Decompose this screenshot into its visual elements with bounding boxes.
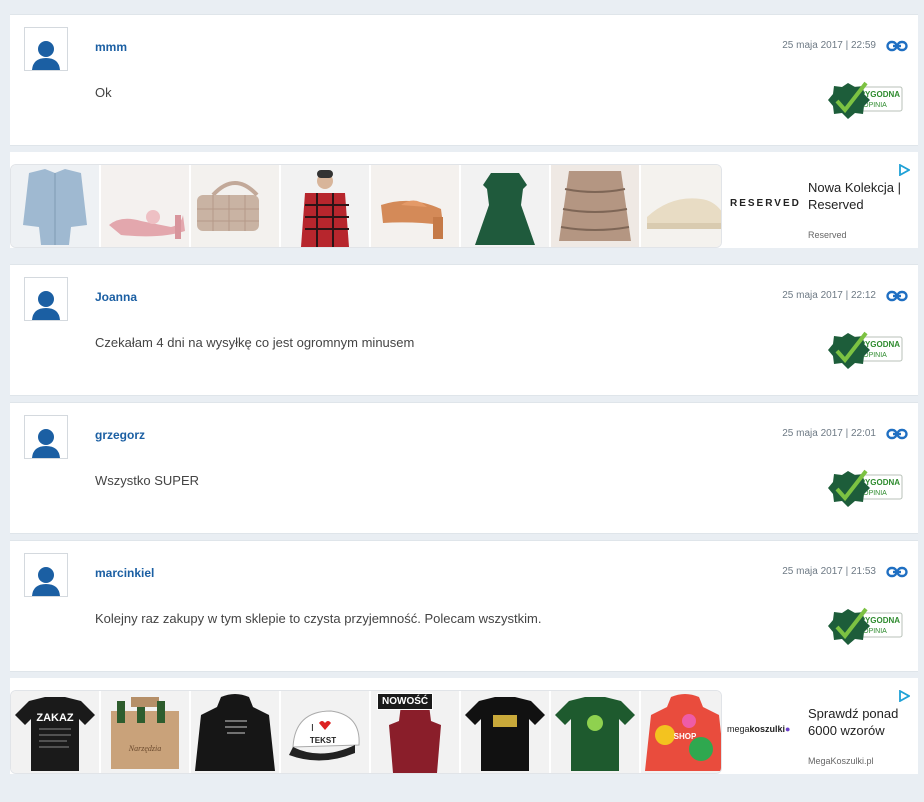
link-icon[interactable]: [886, 427, 908, 441]
ad-banner[interactable]: ZAKAZ Narzędzia I TEKST NOWOŚĆ SHOP megak…: [10, 678, 918, 774]
review-text: Ok: [95, 85, 112, 100]
review-date: 25 maja 2017 | 22:59: [782, 40, 876, 51]
ad-product-beige-bag[interactable]: [191, 165, 279, 247]
ad-product-strip[interactable]: ZAKAZ Narzędzia I TEKST NOWOŚĆ SHOP: [10, 690, 722, 774]
review-text: Czekałam 4 dni na wysyłkę co jest ogromn…: [95, 335, 415, 350]
verified-review-badge: WIARYGODNA OPINIA: [828, 331, 903, 369]
tile-text-zakaz: ZAKAZ: [36, 712, 74, 724]
review-card: mmm 25 maja 2017 | 22:59 Ok WIARYGODNA O…: [10, 14, 918, 146]
user-silhouette-icon: [32, 291, 60, 320]
tile-text-shop: SHOP: [674, 732, 697, 741]
link-icon[interactable]: [886, 289, 908, 303]
review-date: 25 maja 2017 | 22:12: [782, 290, 876, 301]
ad-product-black-hoodie[interactable]: [191, 691, 279, 773]
ad-product-wooden-crate[interactable]: Narzędzia: [101, 691, 189, 773]
ad-source[interactable]: Reserved: [808, 230, 847, 240]
ad-product-cream-sneakers[interactable]: [641, 165, 721, 247]
review-text: Wszystko SUPER: [95, 473, 200, 488]
tile-text-narzedzia: Narzędzia: [128, 744, 161, 753]
adchoices-play-icon[interactable]: [898, 164, 910, 176]
ad-banner[interactable]: RESERVED Nowa Kolekcja | Reserved Reserv…: [10, 152, 918, 248]
review-card: marcinkiel 25 maja 2017 | 21:53 Kolejny …: [10, 540, 918, 672]
ad-source[interactable]: MegaKoszulki.pl: [808, 756, 874, 766]
ad-product-trucker-cap[interactable]: I TEKST: [281, 691, 369, 773]
review-date: 25 maja 2017 | 22:01: [782, 428, 876, 439]
review-author[interactable]: grzegorz: [95, 428, 145, 442]
review-card: Joanna 25 maja 2017 | 22:12 Czekałam 4 d…: [10, 264, 918, 396]
ad-product-black-tshirt-print[interactable]: [461, 691, 549, 773]
user-silhouette-icon: [32, 41, 60, 70]
avatar: [24, 277, 68, 321]
ad-product-colorful-hoodie[interactable]: SHOP: [641, 691, 721, 773]
ad-title[interactable]: Sprawdź ponad 6000 wzorów: [808, 705, 916, 739]
review-author[interactable]: Joanna: [95, 290, 137, 304]
ad-product-plaid-shirt[interactable]: [281, 165, 369, 247]
adchoices-play-icon[interactable]: [898, 690, 910, 702]
ad-product-orange-mules[interactable]: [371, 165, 459, 247]
link-icon[interactable]: [886, 565, 908, 579]
user-silhouette-icon: [32, 567, 60, 596]
ad-title[interactable]: Nowa Kolekcja | Reserved: [808, 179, 916, 213]
review-card: grzegorz 25 maja 2017 | 22:01 Wszystko S…: [10, 402, 918, 534]
verified-review-badge: WIARYGODNA OPINIA: [828, 469, 903, 507]
link-icon[interactable]: [886, 39, 908, 53]
ad-product-pink-heels[interactable]: [101, 165, 189, 247]
ad-product-green-tshirt[interactable]: [551, 691, 639, 773]
tile-text-i: I: [311, 723, 314, 734]
avatar: [24, 415, 68, 459]
user-silhouette-icon: [32, 429, 60, 458]
verified-review-badge: WIARYGODNA OPINIA: [828, 607, 903, 645]
ad-product-snakeskin-skirt[interactable]: [551, 165, 639, 247]
ad-product-black-tshirt[interactable]: ZAKAZ: [11, 691, 99, 773]
avatar: [24, 553, 68, 597]
ad-brand-logo[interactable]: RESERVED: [730, 198, 801, 209]
verified-review-badge: WIARYGODNA OPINIA: [828, 81, 903, 119]
tile-text-tekst: TEKST: [310, 736, 336, 745]
ad-brand-logo[interactable]: megakoszulki●: [727, 724, 790, 734]
avatar: [24, 27, 68, 71]
ad-product-strip[interactable]: [10, 164, 722, 248]
review-author[interactable]: marcinkiel: [95, 566, 154, 580]
review-date: 25 maja 2017 | 21:53: [782, 566, 876, 577]
ad-product-denim-jacket[interactable]: [11, 165, 99, 247]
review-author[interactable]: mmm: [95, 40, 127, 54]
review-text: Kolejny raz zakupy w tym sklepie to czys…: [95, 611, 542, 626]
ad-product-green-dress[interactable]: [461, 165, 549, 247]
new-badge: NOWOŚĆ: [377, 693, 434, 710]
ad-product-red-apron[interactable]: NOWOŚĆ: [371, 691, 459, 773]
